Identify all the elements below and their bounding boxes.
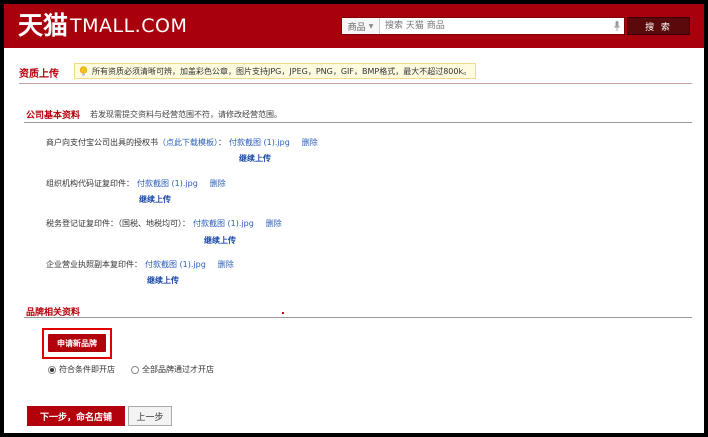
continue-upload-button[interactable]: 继续上传 <box>204 235 236 246</box>
option-open-when-qualified[interactable]: 符合条件即开店 <box>48 364 115 375</box>
radio-selected[interactable] <box>48 365 56 374</box>
radio-unselected[interactable] <box>131 365 139 374</box>
uploaded-file-link[interactable]: 付款截图 (1).jpg <box>193 218 254 229</box>
uploaded-file-link[interactable]: 付款截图 (1).jpg <box>145 259 206 270</box>
delete-link[interactable]: 删除 <box>210 178 226 189</box>
search-scope-select[interactable]: 商品 ▼ <box>342 18 380 34</box>
search-button[interactable]: 搜 索 <box>627 17 690 35</box>
header: 天猫 TMALL.COM 商品 ▼ 搜 索 <box>4 4 704 48</box>
option-label: 全部品牌通过才开店 <box>142 365 214 374</box>
previous-step-button[interactable]: 上一步 <box>128 406 172 426</box>
field-authorization-letter: 商户向支付宝公司出具的授权书（点此下载模板）： 付款截图 (1).jpg 删除 <box>46 137 318 148</box>
page-frame: 天猫 TMALL.COM 商品 ▼ 搜 索 资质上传 所有资质必须清晰可辨，加盖… <box>4 4 704 433</box>
company-info-hint: 若发现需提交资料与经营范围不符，请修改经营范围。 <box>90 110 282 119</box>
lightbulb-icon <box>79 65 88 76</box>
option-label: 符合条件即开店 <box>59 365 115 374</box>
field-label: 组织机构代码证复印件： <box>46 179 134 188</box>
apply-brand-highlight: 申请新品牌 <box>42 328 112 359</box>
download-template-link[interactable]: （点此下载模板） <box>158 138 218 147</box>
field-tax-registration: 税务登记证复印件：（国税、地税均可）： 付款截图 (1).jpg 删除 <box>46 218 282 229</box>
apply-new-brand-button[interactable]: 申请新品牌 <box>48 334 106 352</box>
continue-upload-button[interactable]: 继续上传 <box>239 153 271 164</box>
continue-upload-button[interactable]: 继续上传 <box>139 194 171 205</box>
option-open-when-all-approved[interactable]: 全部品牌通过才开店 <box>131 364 214 375</box>
divider <box>24 122 692 123</box>
search-input[interactable] <box>380 18 610 34</box>
microphone-icon[interactable] <box>610 18 624 34</box>
uploaded-file-link[interactable]: 付款截图 (1).jpg <box>137 178 198 189</box>
field-business-license: 企业营业执照副本复印件： 付款截图 (1).jpg 删除 <box>46 259 234 270</box>
delete-link[interactable]: 删除 <box>302 137 318 148</box>
logo-chinese: 天猫 <box>18 11 69 40</box>
uploaded-file-link[interactable]: 付款截图 (1).jpg <box>229 137 290 148</box>
delete-link[interactable]: 删除 <box>266 218 282 229</box>
open-store-options: 符合条件即开店 全部品牌通过才开店 <box>48 364 230 375</box>
search-scope-label: 商品 <box>347 22 366 33</box>
search-bar: 商品 ▼ <box>341 17 625 35</box>
field-org-code-certificate: 组织机构代码证复印件： 付款截图 (1).jpg 删除 <box>46 178 226 189</box>
next-step-button[interactable]: 下一步，命名店铺 <box>27 406 125 426</box>
chevron-down-icon: ▼ <box>368 22 374 30</box>
field-label: 企业营业执照副本复印件： <box>46 260 142 269</box>
divider <box>19 83 692 84</box>
field-label: 税务登记证复印件：（国税、地税均可）： <box>46 219 190 228</box>
upload-notice: 所有资质必须清晰可辨，加盖彩色公章，图片支持JPG，JPEG，PNG，GIF，B… <box>74 63 476 79</box>
decorative-dot <box>282 312 284 314</box>
field-label: 商户向支付宝公司出具的授权书（点此下载模板）： <box>46 138 226 147</box>
logo-english: TMALL.COM <box>70 15 188 37</box>
continue-upload-button[interactable]: 继续上传 <box>147 275 179 286</box>
qualification-upload-title: 资质上传 <box>19 69 59 80</box>
divider <box>24 317 692 318</box>
notice-text: 所有资质必须清晰可辨，加盖彩色公章，图片支持JPG，JPEG，PNG，GIF，B… <box>92 66 472 76</box>
tmall-logo[interactable]: 天猫 TMALL.COM <box>18 11 187 41</box>
delete-link[interactable]: 删除 <box>218 259 234 270</box>
company-info-title: 公司基本资料 <box>26 111 81 121</box>
